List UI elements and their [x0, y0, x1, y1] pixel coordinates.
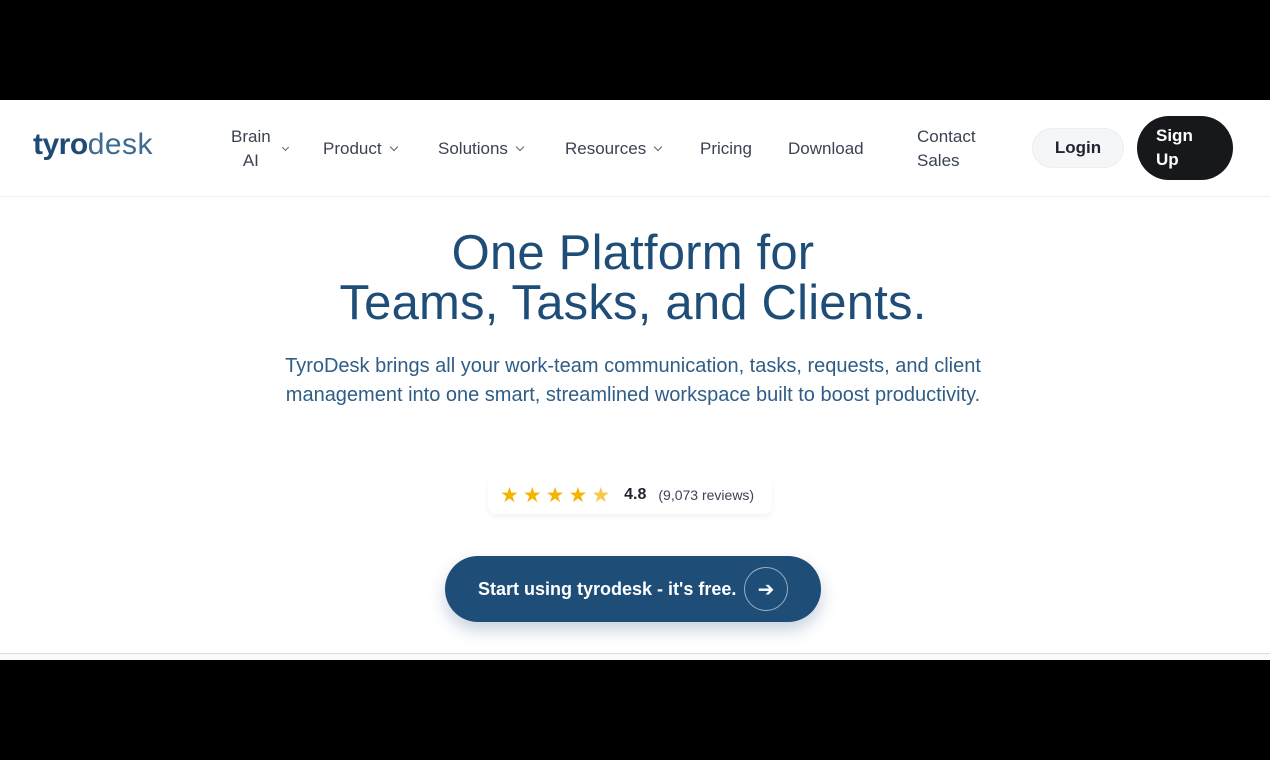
start-free-button[interactable]: Start using tyrodesk - it's free. ➔	[445, 556, 821, 622]
chevron-down-icon	[515, 142, 525, 152]
rating-badge: ★ ★ ★ ★ ★ 4.8 (9,073 reviews)	[488, 476, 772, 514]
nav-download-label: Download	[788, 138, 864, 158]
chevron-down-icon	[281, 143, 289, 151]
page-fold-edge	[0, 653, 1270, 660]
nav-brain-ai[interactable]: Brain AI	[231, 100, 289, 197]
nav-product[interactable]: Product	[323, 100, 398, 197]
star-icon: ★	[522, 483, 542, 507]
nav-pricing[interactable]: Pricing	[700, 100, 752, 197]
half-star-icon: ★	[591, 483, 611, 507]
rating-count: (9,073 reviews)	[658, 487, 755, 503]
logo-light-text: desk	[87, 128, 154, 161]
hero-title-line2: Teams, Tasks, and Clients.	[339, 276, 927, 330]
nav-contact-sales-label: Contact Sales	[917, 125, 976, 173]
page-viewport: tyro desk Brain AI Product Solutions Res…	[0, 100, 1270, 660]
tyrodesk-logo[interactable]: tyro desk	[33, 128, 153, 168]
signup-line2: Up	[1156, 150, 1179, 169]
hero-title: One Platform for Teams, Tasks, and Clien…	[0, 228, 1266, 328]
nav-product-label: Product	[323, 138, 382, 158]
login-button[interactable]: Login	[1032, 128, 1124, 168]
cta-label: Start using tyrodesk - it's free.	[478, 578, 737, 599]
nav-solutions[interactable]: Solutions	[438, 100, 525, 197]
logo-bold-text: tyro	[33, 128, 88, 161]
nav-resources-label: Resources	[565, 138, 647, 158]
star-rating: ★ ★ ★ ★ ★	[500, 485, 614, 506]
nav-contact-sales[interactable]: Contact Sales	[917, 100, 976, 197]
nav-brain-line2: AI	[242, 150, 259, 170]
chevron-down-icon	[654, 142, 663, 152]
hero-title-line1: One Platform for	[451, 226, 815, 280]
star-icon: ★	[545, 483, 565, 507]
nav-brain-line1: Brain	[231, 126, 271, 146]
signup-label: Sign Up	[1156, 124, 1193, 172]
arrow-right-icon: ➔	[744, 567, 788, 611]
chevron-down-icon	[389, 142, 398, 152]
nav-resources[interactable]: Resources	[565, 100, 663, 197]
site-header: tyro desk Brain AI Product Solutions Res…	[0, 100, 1270, 197]
nav-solutions-label: Solutions	[438, 138, 508, 158]
rating-value: 4.8	[624, 486, 647, 503]
signup-line1: Sign	[1156, 126, 1193, 145]
nav-pricing-label: Pricing	[700, 138, 752, 158]
nav-contact-line1: Contact	[917, 126, 976, 146]
nav-brain-ai-label: Brain AI	[231, 125, 271, 173]
star-icon: ★	[568, 483, 588, 507]
nav-contact-line2: Sales	[917, 150, 960, 170]
hero-subtitle: TyroDesk brings all your work-team commu…	[285, 355, 981, 406]
star-icon: ★	[500, 483, 519, 507]
nav-download[interactable]: Download	[788, 100, 864, 197]
signup-button[interactable]: Sign Up	[1137, 116, 1233, 180]
